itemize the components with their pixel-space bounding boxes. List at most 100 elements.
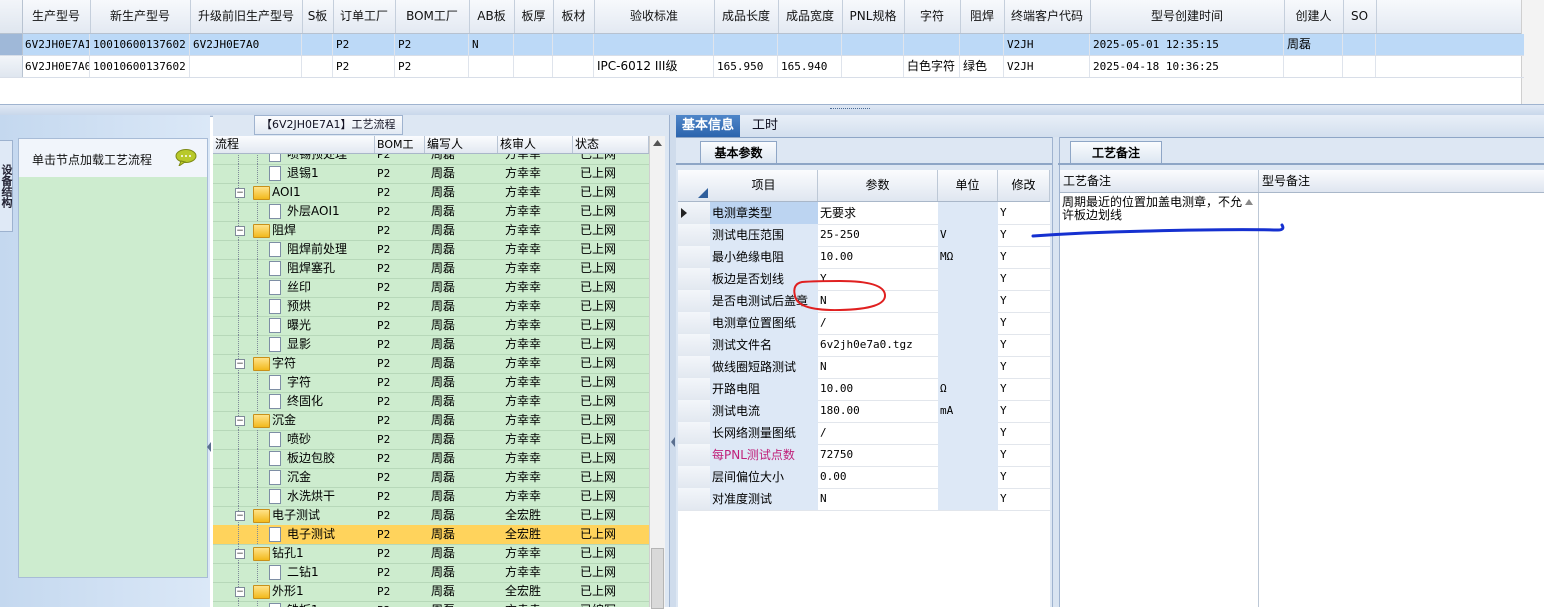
tree-step-row[interactable]: 外层AOI1 P2 周磊 方幸幸 已上网 (213, 202, 649, 222)
model-cell[interactable] (714, 34, 778, 55)
tree-step-row[interactable]: 电子测试 P2 周磊 全宏胜 已上网 (213, 525, 649, 545)
tree-step-row[interactable]: 水洗烘干 P2 周磊 方幸幸 已上网 (213, 487, 649, 507)
right-splitter[interactable] (1052, 137, 1060, 607)
model-cell[interactable]: 6V2JH0E7A0 (190, 34, 302, 55)
param-value[interactable]: 25-250 (818, 224, 938, 246)
tree-step-row[interactable]: 显影 P2 周磊 方幸幸 已上网 (213, 335, 649, 355)
tree-col-2[interactable]: 编写人 (425, 136, 498, 153)
model-col-10[interactable]: 成品长度 (714, 0, 779, 33)
model-cell[interactable] (553, 56, 594, 77)
model-cell[interactable]: IPC-6012 III级 (594, 56, 714, 77)
model-cell[interactable] (1343, 34, 1376, 55)
collapse-arrow-icon[interactable] (207, 440, 211, 454)
tree-col-1[interactable]: BOM工厂 (375, 136, 425, 168)
tree-step-name[interactable]: 喷锡预处理 (287, 154, 347, 164)
param-row[interactable]: 每PNL测试点数 72750 Y (678, 444, 1050, 467)
row-header[interactable] (0, 34, 23, 55)
model-grid-scrollbar[interactable] (1521, 0, 1544, 106)
process-remark-text[interactable]: 周期最近的位置加盖电测章，不允许板边划线 (1062, 196, 1242, 222)
param-row[interactable]: 对准度测试 N Y (678, 488, 1050, 511)
model-col-9[interactable]: 验收标准 (594, 0, 715, 33)
tree-step-name[interactable]: 退锡1 (287, 164, 319, 183)
collapse-toggle-icon[interactable]: − (235, 511, 245, 521)
param-row[interactable]: 做线圈短路测试 N Y (678, 356, 1050, 379)
side-tab[interactable]: 设备结构 (0, 140, 13, 232)
tree-group-row[interactable]: − 沉金 P2 周磊 方幸幸 已上网 (213, 411, 649, 431)
tab-basic-info[interactable]: 基本信息 (676, 115, 741, 137)
model-cell[interactable]: 周磊 (1284, 34, 1343, 55)
model-cell[interactable]: 10010600137602 (90, 56, 190, 77)
model-cell[interactable]: 6V2JH0E7A1 (22, 34, 90, 55)
tree-step-name[interactable]: 外层AOI1 (287, 202, 340, 221)
collapse-toggle-icon[interactable]: − (235, 587, 245, 597)
tree-step-name[interactable]: 铣板1 (287, 601, 319, 607)
param-row[interactable]: 最小绝缘电阻 10.00 MΩ Y (678, 246, 1050, 269)
tree-col-4[interactable]: 状态 (573, 136, 649, 153)
model-cell[interactable] (514, 34, 553, 55)
subtab-process-remark[interactable]: 工艺备注 (1070, 141, 1162, 164)
model-cell[interactable]: 165.950 (714, 56, 778, 77)
model-row[interactable]: 6V2JH0E7A1 10010600137602 6V2JH0E7A0 P2 P2 N V… (0, 34, 1524, 56)
tree-step-name[interactable]: 阻焊塞孔 (287, 259, 335, 278)
tree-step-name[interactable]: 显影 (287, 335, 311, 354)
model-cell[interactable]: 2025-05-01 12:35:15 (1090, 34, 1284, 55)
param-row[interactable]: 电测章位置图纸 / Y (678, 312, 1050, 335)
tree-step-name[interactable]: 电子测试 (287, 525, 335, 544)
scroll-up-icon[interactable] (1243, 196, 1255, 208)
param-col-unit[interactable]: 单位 (938, 170, 998, 201)
param-row[interactable]: 开路电阻 10.00 Ω Y (678, 378, 1050, 401)
tree-step-name[interactable]: 字符 (272, 354, 296, 373)
model-col-8[interactable]: 板材 (553, 0, 595, 33)
model-row[interactable]: 6V2JH0E7A0 10010600137602 P2 P2 IPC-6012 III… (0, 56, 1524, 78)
model-cell[interactable] (514, 56, 553, 77)
param-value[interactable]: 10.00 (818, 246, 938, 268)
model-cell[interactable] (302, 56, 333, 77)
model-cell[interactable]: 165.940 (778, 56, 842, 77)
model-cell[interactable]: 6V2JH0E7A0 (22, 56, 90, 77)
model-cell[interactable] (469, 56, 514, 77)
tree-step-name[interactable]: 钻孔1 (272, 544, 304, 563)
scroll-up-icon[interactable] (653, 140, 662, 146)
model-cell[interactable] (1343, 56, 1376, 77)
model-cell[interactable] (302, 34, 333, 55)
tree-step-row[interactable]: 终固化 P2 周磊 方幸幸 已上网 (213, 392, 649, 412)
tree-step-name[interactable]: 外形1 (272, 582, 304, 601)
model-cell[interactable]: P2 (395, 34, 469, 55)
tree-step-row[interactable]: 阻焊塞孔 P2 周磊 方幸幸 已上网 (213, 259, 649, 279)
model-col-1[interactable]: 新生产型号 (90, 0, 191, 33)
model-cell[interactable] (553, 34, 594, 55)
tree-step-row[interactable]: 板边包胶 P2 周磊 方幸幸 已上网 (213, 449, 649, 469)
model-cell[interactable] (190, 56, 302, 77)
tree-step-name[interactable]: 曝光 (287, 316, 311, 335)
model-cell[interactable]: P2 (333, 56, 395, 77)
tree-step-name[interactable]: 喷砂 (287, 430, 311, 449)
param-row[interactable]: 电测章类型 无要求 Y (678, 202, 1050, 225)
param-value[interactable]: 0.00 (818, 466, 938, 488)
param-value[interactable]: 180.00 (818, 400, 938, 422)
model-cell[interactable]: 2025-04-18 10:36:25 (1090, 56, 1284, 77)
model-col-17[interactable]: 创建人 (1284, 0, 1344, 33)
param-value[interactable]: 10.00 (818, 378, 938, 400)
model-cell[interactable]: P2 (333, 34, 395, 55)
param-row[interactable]: 测试电压范围 25-250 V Y (678, 224, 1050, 247)
model-cell[interactable]: P2 (395, 56, 469, 77)
tree-group-row[interactable]: − AOI1 P2 周磊 方幸幸 已上网 (213, 183, 649, 203)
model-col-12[interactable]: PNL规格 (842, 0, 905, 33)
param-col-value[interactable]: 参数 (818, 170, 938, 201)
model-cell[interactable] (904, 34, 960, 55)
tab-work-hours[interactable]: 工时 (746, 115, 784, 137)
param-value[interactable]: N (818, 356, 938, 378)
model-col-7[interactable]: 板厚 (514, 0, 554, 33)
model-cell[interactable] (842, 56, 904, 77)
model-col-4[interactable]: 订单工厂 (333, 0, 396, 33)
param-col-modify[interactable]: 修改 (998, 170, 1050, 201)
model-cell[interactable]: 白色字符 (904, 56, 960, 77)
param-value[interactable]: / (818, 312, 938, 334)
tree-step-name[interactable]: 字符 (287, 373, 311, 392)
tree-step-row[interactable]: 二钻1 P2 周磊 方幸幸 已上网 (213, 563, 649, 583)
tree-step-name[interactable]: AOI1 (272, 183, 301, 202)
tree-step-name[interactable]: 电子测试 (272, 506, 320, 525)
model-cell[interactable]: V2JH (1004, 56, 1090, 77)
collapse-toggle-icon[interactable]: − (235, 188, 245, 198)
model-col-0[interactable]: 生产型号 (22, 0, 91, 33)
